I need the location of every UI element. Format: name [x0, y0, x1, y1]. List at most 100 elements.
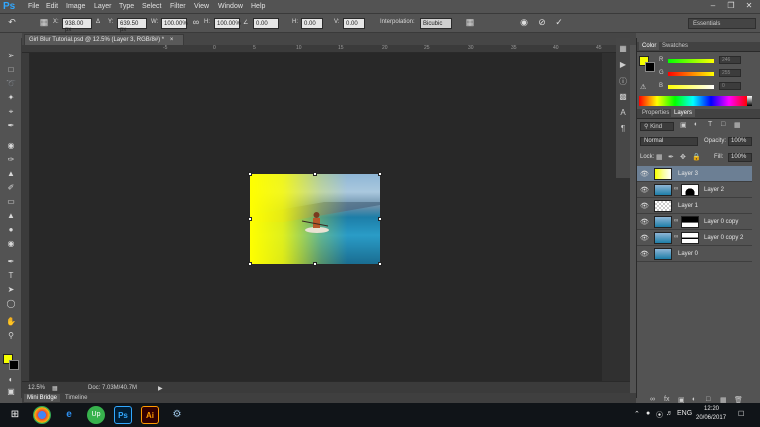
- zoom-tool-icon[interactable]: ⚲: [4, 330, 18, 342]
- filter-adjustment-icon[interactable]: ◐: [694, 121, 698, 128]
- visibility-eye-icon[interactable]: 👁: [640, 170, 649, 178]
- screen-mode-icon[interactable]: ▣: [4, 386, 18, 398]
- color-spectrum[interactable]: [639, 96, 747, 106]
- cancel-transform-icon[interactable]: ⊘: [536, 17, 548, 29]
- layer-mask-thumbnail[interactable]: [681, 216, 699, 228]
- dodge-tool-icon[interactable]: ◉: [4, 238, 18, 250]
- tab-timeline[interactable]: Timeline: [62, 394, 90, 402]
- tab-color[interactable]: Color: [639, 42, 660, 50]
- transform-handle[interactable]: [378, 262, 382, 266]
- language-indicator[interactable]: ENG: [677, 410, 692, 417]
- app-green-icon[interactable]: Up: [87, 406, 105, 424]
- blend-mode-select[interactable]: Normal: [640, 137, 698, 146]
- layer-name[interactable]: Layer 0 copy: [704, 219, 738, 225]
- lock-transparent-icon[interactable]: ▦: [656, 153, 663, 161]
- layer-row[interactable]: 👁 ∞ Layer 2: [637, 182, 752, 198]
- y-position-field[interactable]: 639.50 px: [117, 18, 147, 33]
- tab-properties[interactable]: Properties: [639, 109, 672, 117]
- height-field[interactable]: 100.00%: [214, 18, 241, 29]
- layer-row[interactable]: 👁 ∞ Layer 0 copy: [637, 214, 752, 230]
- filter-shape-icon[interactable]: □: [721, 121, 725, 128]
- eraser-tool-icon[interactable]: ▭: [4, 196, 18, 208]
- transform-handle[interactable]: [248, 262, 252, 266]
- transform-handle[interactable]: [248, 172, 252, 176]
- close-icon[interactable]: ✕: [740, 1, 758, 12]
- background-color-swatch[interactable]: [9, 360, 19, 370]
- layer-name[interactable]: Layer 1: [678, 203, 698, 209]
- layer-mask-thumbnail[interactable]: [681, 184, 699, 196]
- workspace-select[interactable]: Essentials: [688, 18, 756, 29]
- status-menu-arrow-icon[interactable]: ▶: [158, 385, 163, 392]
- red-value[interactable]: 246: [719, 56, 741, 64]
- layer-filter-select[interactable]: ⚲ Kind: [640, 122, 674, 131]
- pen-tool-icon[interactable]: ✒: [4, 256, 18, 268]
- hand-tool-icon[interactable]: ✋: [4, 316, 18, 328]
- shape-tool-icon[interactable]: ◯: [4, 298, 18, 310]
- layer-name[interactable]: Layer 2: [704, 187, 724, 193]
- tab-swatches[interactable]: Swatches: [659, 42, 691, 50]
- menu-help[interactable]: Help: [251, 3, 265, 10]
- adjust-panel-icon[interactable]: ▩: [618, 92, 628, 102]
- adjustment-layer-icon[interactable]: ◐: [692, 396, 696, 403]
- menu-type[interactable]: Type: [119, 3, 134, 10]
- 3d-mode-icon[interactable]: ◉: [518, 17, 530, 29]
- close-tab-icon[interactable]: ×: [170, 37, 174, 43]
- menu-edit[interactable]: Edit: [46, 3, 58, 10]
- minimize-icon[interactable]: –: [704, 1, 722, 12]
- layer-row[interactable]: 👁 ∞ Layer 0 copy 2: [637, 230, 752, 246]
- type-tool-icon[interactable]: T: [4, 270, 18, 282]
- clock-date[interactable]: 20/06/2017: [696, 415, 726, 421]
- blue-value[interactable]: 0: [719, 82, 741, 90]
- layer-style-icon[interactable]: fx: [664, 396, 669, 403]
- document-tab[interactable]: Girl Blur Tutorial.psd @ 12.5% (Layer 3,…: [24, 34, 184, 45]
- tab-mini-bridge[interactable]: Mini Bridge: [24, 394, 61, 402]
- warp-icon[interactable]: ▦: [464, 17, 476, 29]
- layer-name[interactable]: Layer 0 copy 2: [704, 235, 743, 241]
- paragraph-panel-icon[interactable]: ¶: [618, 124, 628, 134]
- tray-chevron-icon[interactable]: ⌃: [634, 410, 640, 418]
- visibility-eye-icon[interactable]: 👁: [640, 186, 649, 194]
- tray-wifi-icon[interactable]: ⦿: [656, 410, 663, 420]
- hskew-field[interactable]: 0.00: [301, 18, 323, 29]
- transform-handle[interactable]: [378, 172, 382, 176]
- link-layers-icon[interactable]: ∞: [650, 396, 655, 403]
- lock-position-icon[interactable]: ✥: [680, 153, 686, 161]
- reference-point-icon[interactable]: ▦: [38, 17, 50, 29]
- color-spectrum-grayscale[interactable]: [747, 96, 752, 106]
- transform-handle[interactable]: [313, 172, 317, 176]
- blur-tool-icon[interactable]: ●: [4, 224, 18, 236]
- marquee-tool-icon[interactable]: □: [4, 64, 18, 76]
- document-image[interactable]: [250, 174, 380, 264]
- menu-select[interactable]: Select: [142, 3, 161, 10]
- crop-tool-icon[interactable]: ⌖: [4, 106, 18, 118]
- menu-window[interactable]: Window: [218, 3, 243, 10]
- restore-icon[interactable]: ❐: [722, 1, 740, 12]
- clock-time[interactable]: 12:20: [704, 406, 719, 412]
- transform-handle[interactable]: [378, 217, 382, 221]
- opacity-field[interactable]: 100%: [728, 137, 752, 146]
- layer-row[interactable]: 👁 Layer 1: [637, 198, 752, 214]
- tray-volume-icon[interactable]: ♬: [666, 410, 673, 417]
- layer-name[interactable]: Layer 0: [678, 251, 698, 257]
- info-panel-icon[interactable]: ⓘ: [618, 76, 628, 86]
- fill-field[interactable]: 100%: [728, 153, 752, 162]
- menu-file[interactable]: File: [28, 3, 39, 10]
- transform-handle[interactable]: [313, 262, 317, 266]
- filter-smart-icon[interactable]: ▦: [734, 121, 741, 129]
- tab-layers[interactable]: Layers: [671, 109, 696, 117]
- x-position-field[interactable]: 938.00 px: [62, 18, 92, 33]
- history-brush-tool-icon[interactable]: ✐: [4, 182, 18, 194]
- layer-row[interactable]: 👁 Layer 3: [637, 166, 752, 182]
- eyedropper-tool-icon[interactable]: ✒: [4, 120, 18, 132]
- history-panel-icon[interactable]: ▦: [618, 44, 628, 54]
- width-field[interactable]: 100.00%: [161, 18, 188, 29]
- lasso-tool-icon[interactable]: ➰: [4, 78, 18, 90]
- menu-view[interactable]: View: [194, 3, 209, 10]
- visibility-eye-icon[interactable]: 👁: [640, 202, 649, 210]
- link-icon[interactable]: ∞: [190, 17, 202, 29]
- interpolation-select[interactable]: Bicubic: [420, 18, 452, 29]
- path-select-tool-icon[interactable]: ➤: [4, 284, 18, 296]
- illustrator-taskbar-icon[interactable]: Ai: [141, 406, 159, 424]
- blue-slider[interactable]: [668, 85, 714, 89]
- character-panel-icon[interactable]: A: [618, 108, 628, 118]
